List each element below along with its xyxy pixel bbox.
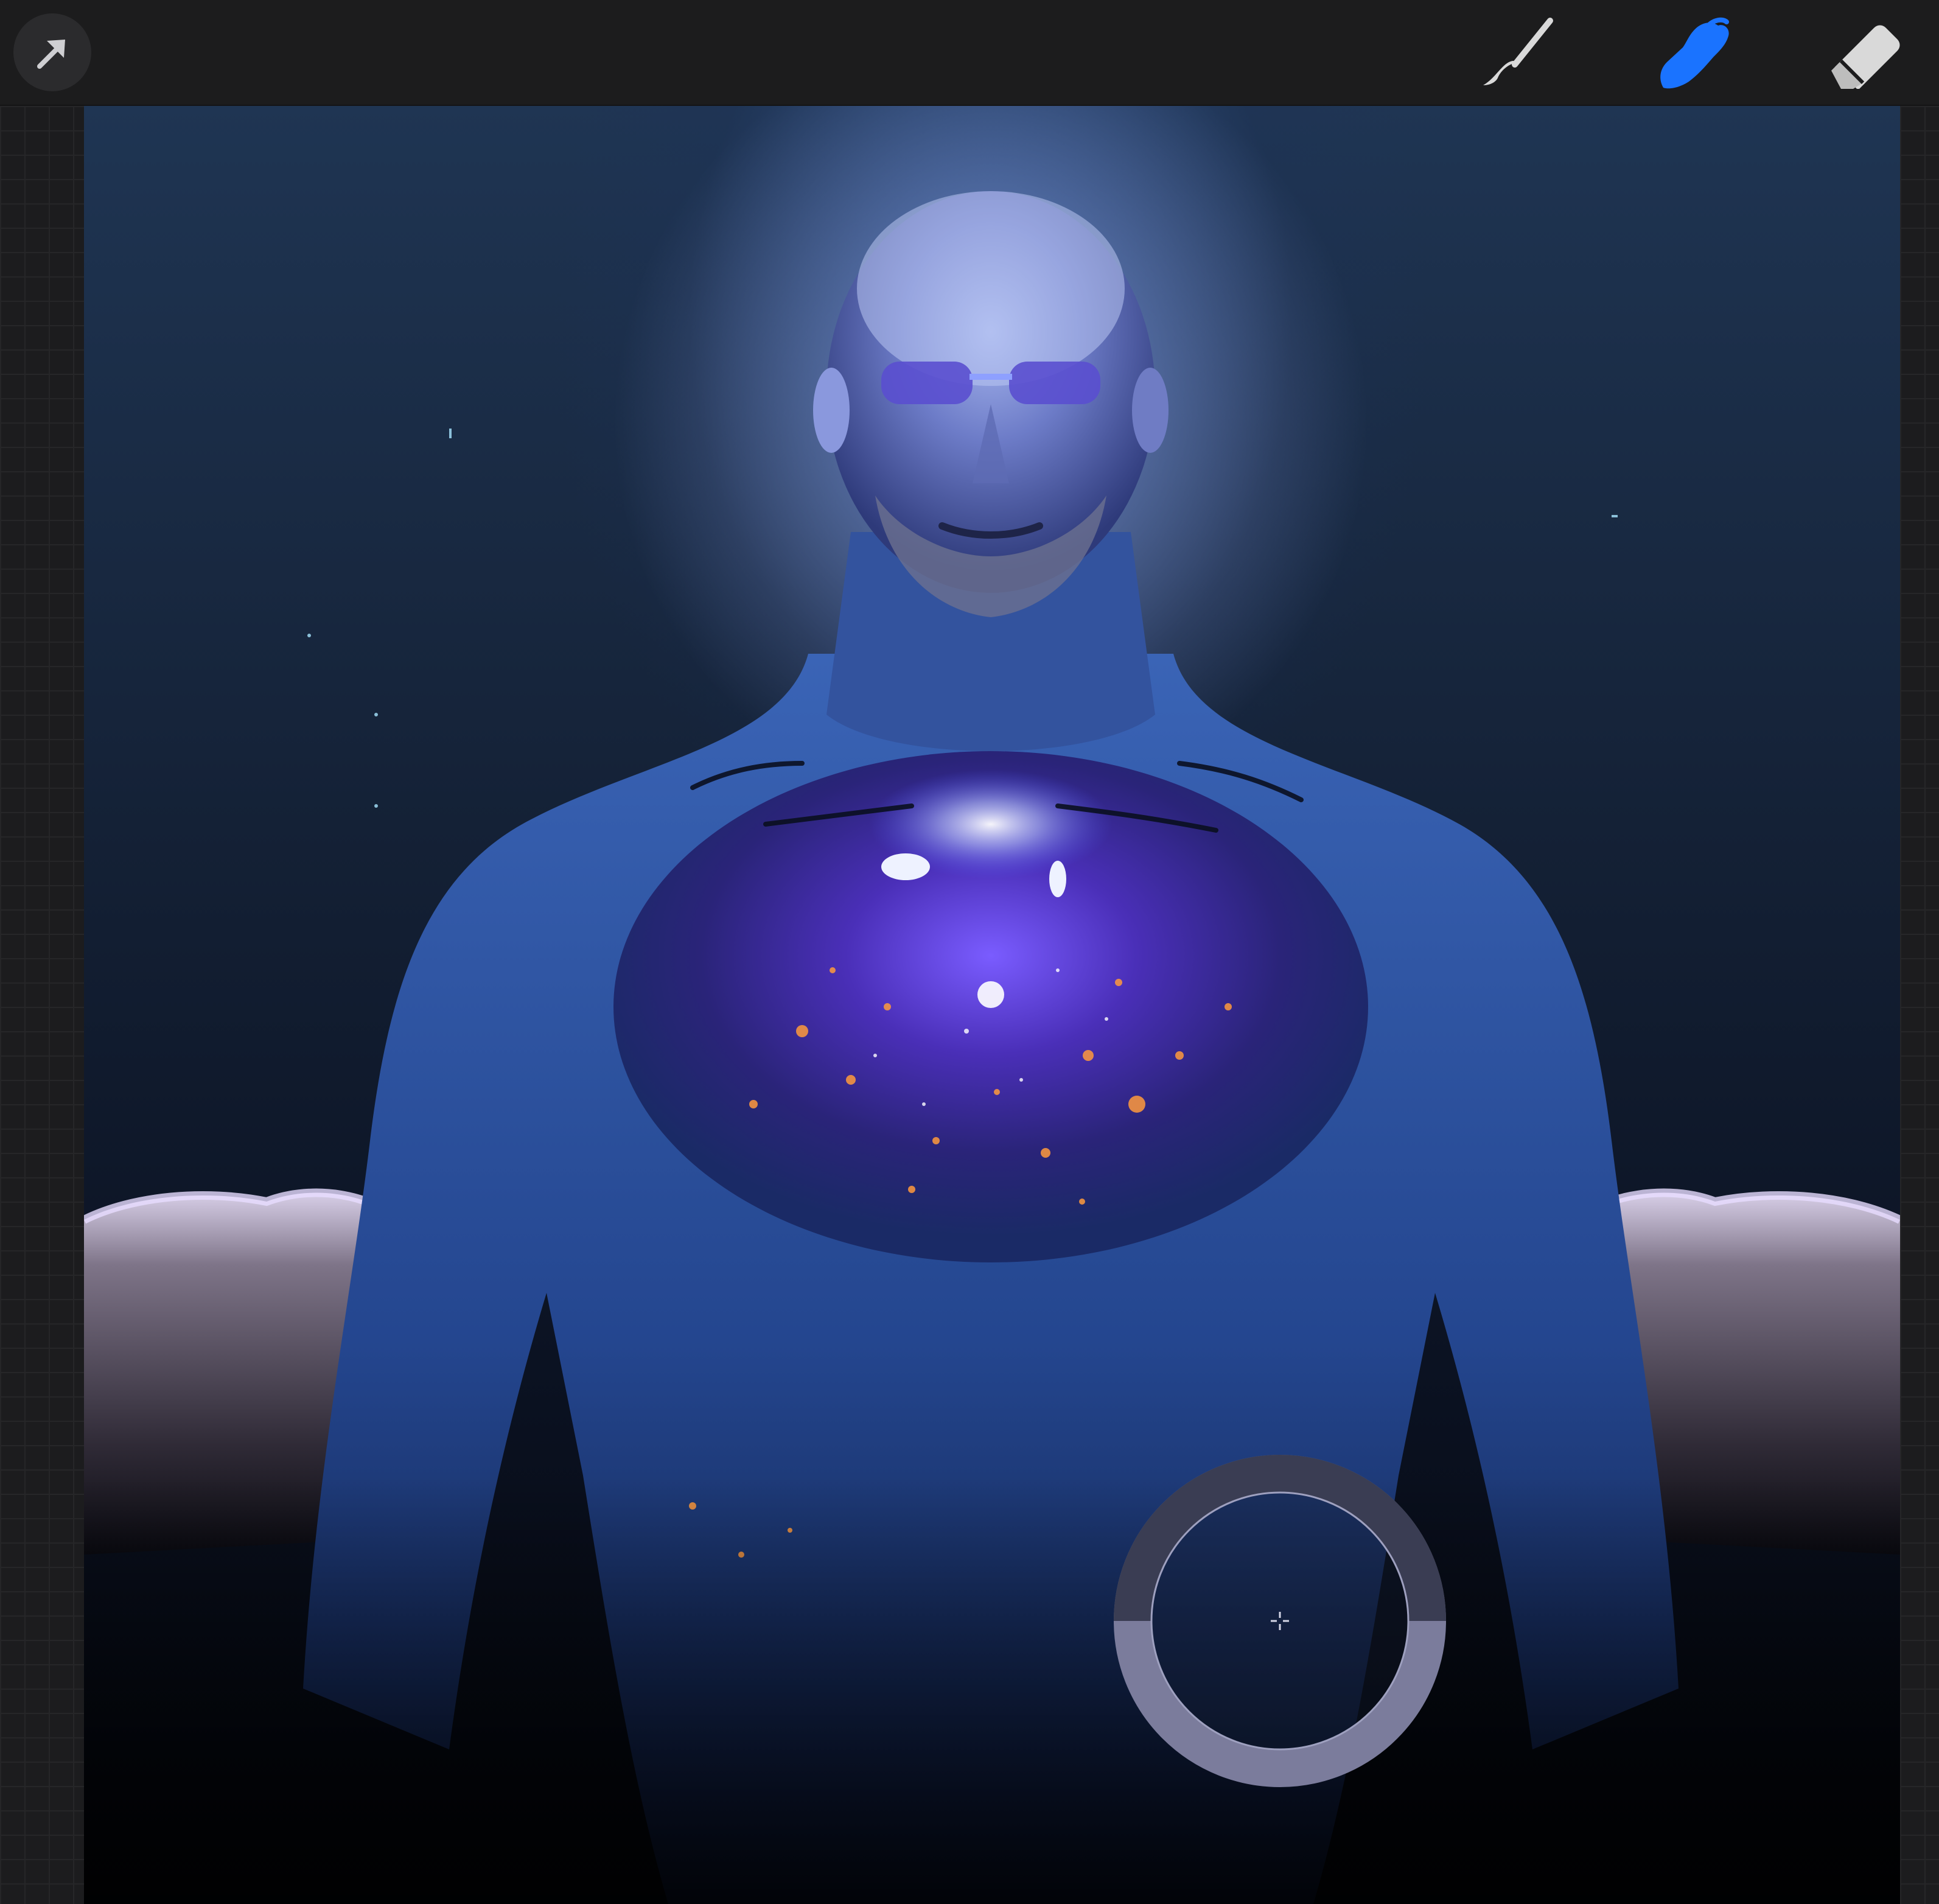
brush-size-ring xyxy=(1114,1455,1446,1787)
cosmic-titan-artwork xyxy=(84,106,1900,1904)
arrow-cursor-icon xyxy=(37,40,65,69)
actions-button[interactable] xyxy=(13,13,91,91)
canvas-margin-right xyxy=(1900,106,1939,1904)
smudge-tool-button[interactable] xyxy=(1643,13,1741,93)
smudge-finger-icon xyxy=(1660,17,1729,89)
canvas-margin-left xyxy=(0,106,84,1904)
drawing-canvas[interactable] xyxy=(84,106,1900,1904)
brush-size-indicator[interactable] xyxy=(1114,1455,1446,1787)
eraser-tool-button[interactable] xyxy=(1820,16,1911,89)
brush-tool-button[interactable] xyxy=(1473,16,1564,89)
paintbrush-icon xyxy=(1483,18,1553,85)
eraser-icon xyxy=(1831,25,1900,89)
toolbar xyxy=(0,0,1939,106)
